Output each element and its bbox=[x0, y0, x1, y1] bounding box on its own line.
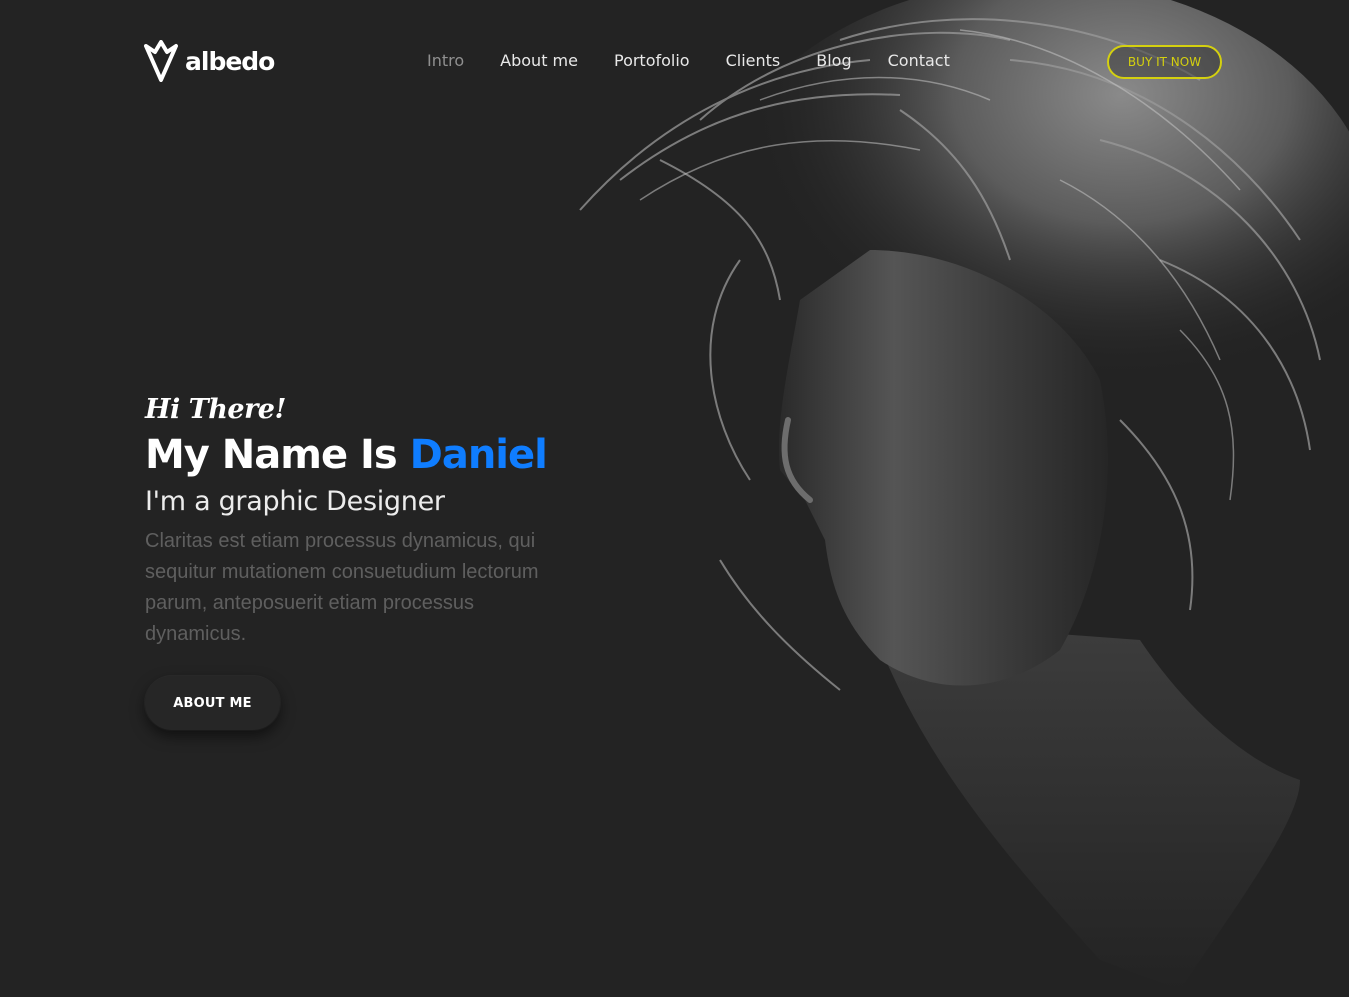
diamond-heart-icon bbox=[144, 40, 178, 82]
hero-subtitle: I'm a graphic Designer bbox=[145, 486, 445, 517]
hero-description: Claritas est etiam processus dynamicus, … bbox=[145, 530, 539, 645]
hero-portrait-image bbox=[540, 0, 1349, 997]
site-header: albedo Intro About me Portofolio Clients… bbox=[0, 0, 1349, 120]
nav-item-contact[interactable]: Contact bbox=[888, 50, 950, 72]
headline-prefix: My Name Is bbox=[145, 432, 410, 478]
nav-item-clients[interactable]: Clients bbox=[726, 50, 781, 72]
buy-it-now-button[interactable]: BUY IT NOW bbox=[1107, 45, 1222, 79]
nav-item-intro[interactable]: Intro bbox=[427, 50, 464, 72]
nav-item-about-me[interactable]: About me bbox=[500, 50, 578, 72]
nav-item-portfolio[interactable]: Portofolio bbox=[614, 50, 690, 72]
nav-item-blog[interactable]: Blog bbox=[816, 50, 851, 72]
brand-logo[interactable]: albedo bbox=[143, 40, 275, 82]
hero-headline: My Name Is Daniel bbox=[145, 430, 585, 480]
main-nav: Intro About me Portofolio Clients Blog C… bbox=[427, 50, 950, 72]
brand-name: albedo bbox=[185, 46, 275, 76]
hero-section: Hi There! My Name Is Daniel I'm a graphi… bbox=[145, 390, 585, 650]
hero-greeting: Hi There! bbox=[145, 394, 286, 425]
about-me-button[interactable]: ABOUT ME bbox=[145, 676, 280, 730]
headline-name: Daniel bbox=[409, 432, 548, 478]
